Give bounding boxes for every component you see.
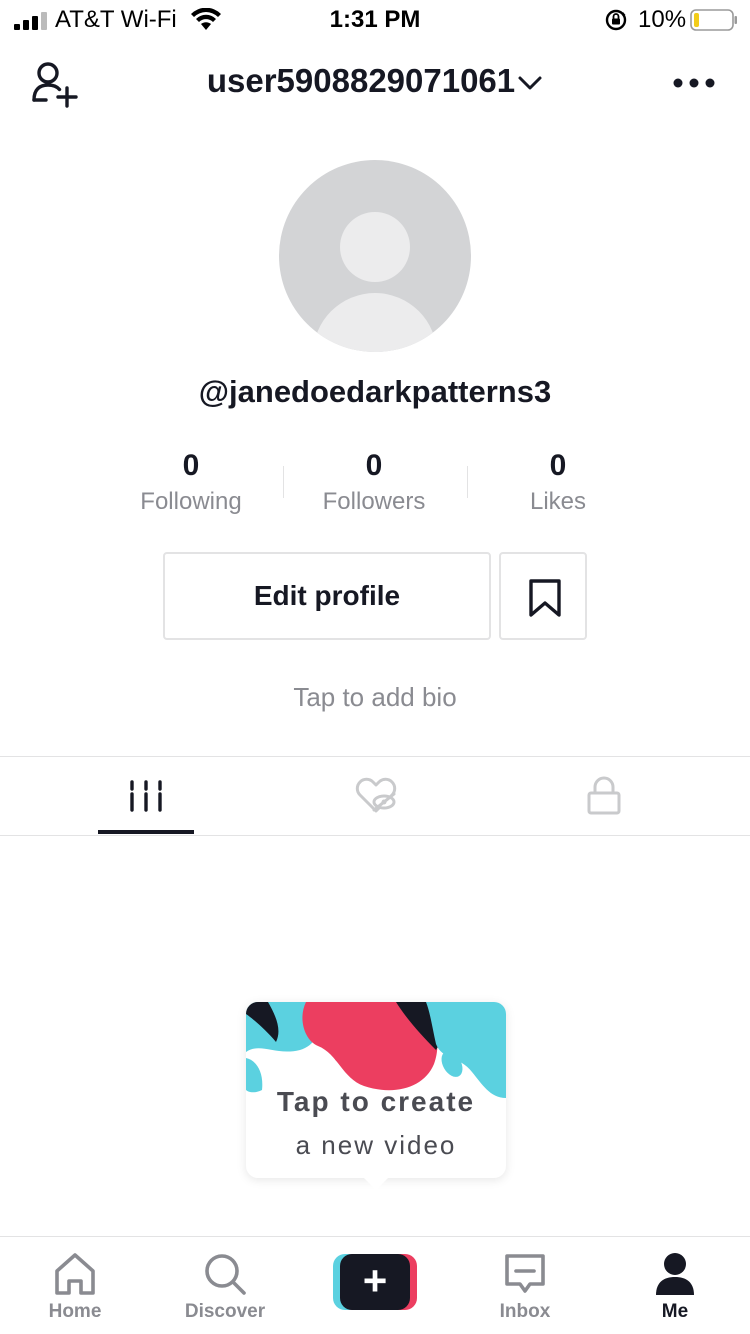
tooltip-pointer bbox=[364, 1178, 388, 1190]
likes-count: 0 bbox=[549, 449, 567, 482]
create-subtitle: a new video bbox=[295, 1130, 457, 1160]
battery-icon bbox=[690, 9, 737, 31]
profile-header: user5908829071061 bbox=[0, 40, 750, 130]
status-bar: AT&T Wi-Fi 1:31 PM 10% bbox=[0, 0, 750, 40]
stat-likes[interactable]: 0 Likes bbox=[463, 448, 653, 516]
grid-icon bbox=[130, 780, 162, 812]
tab-videos[interactable] bbox=[21, 757, 271, 835]
battery-percent: 10% bbox=[638, 6, 687, 33]
nav-me-label: Me bbox=[661, 1301, 689, 1322]
profile-handle: @janedoedarkpatterns3 bbox=[198, 374, 552, 409]
likes-label: Likes bbox=[529, 488, 587, 515]
divider bbox=[0, 835, 750, 836]
stat-followers[interactable]: 0 Followers bbox=[279, 448, 469, 516]
following-count: 0 bbox=[182, 449, 200, 482]
followers-label: Followers bbox=[322, 488, 426, 515]
more-icon[interactable] bbox=[668, 68, 720, 98]
nav-discover-label: Discover bbox=[184, 1301, 266, 1322]
nav-home[interactable]: Home bbox=[0, 1237, 150, 1334]
tab-indicator bbox=[98, 830, 194, 834]
search-icon bbox=[205, 1254, 246, 1295]
avatar[interactable] bbox=[279, 160, 471, 352]
create-title: Tap to create bbox=[276, 1086, 476, 1117]
create-video-prompt[interactable]: Tap to create a new video bbox=[246, 1002, 506, 1190]
following-label: Following bbox=[140, 488, 242, 515]
account-switcher[interactable]: user5908829071061 bbox=[0, 62, 750, 100]
header-username: user5908829071061 bbox=[206, 62, 516, 99]
nav-discover[interactable]: Discover bbox=[150, 1237, 300, 1334]
nav-inbox-label: Inbox bbox=[499, 1301, 551, 1322]
lock-icon bbox=[587, 776, 621, 815]
create-button[interactable]: + bbox=[333, 1254, 417, 1310]
inbox-icon bbox=[505, 1254, 545, 1293]
favorites-button[interactable] bbox=[499, 552, 587, 640]
followers-count: 0 bbox=[365, 449, 383, 482]
plus-icon: + bbox=[362, 1257, 388, 1304]
liked-hidden-icon bbox=[355, 777, 397, 813]
tab-liked[interactable] bbox=[251, 757, 501, 835]
nav-me[interactable]: Me bbox=[600, 1237, 750, 1334]
default-avatar-icon bbox=[313, 212, 437, 352]
chevron-down-icon bbox=[518, 76, 542, 90]
stat-following[interactable]: 0 Following bbox=[96, 448, 286, 516]
home-icon bbox=[55, 1253, 95, 1295]
profile-icon bbox=[656, 1253, 694, 1295]
tab-private[interactable] bbox=[479, 757, 729, 835]
bookmark-icon bbox=[529, 579, 561, 617]
bottom-nav: Home Discover + Inbox Me bbox=[0, 1236, 750, 1334]
nav-home-label: Home bbox=[48, 1301, 102, 1322]
orientation-lock-icon bbox=[605, 9, 627, 31]
edit-profile-button[interactable]: Edit profile bbox=[163, 552, 491, 640]
nav-inbox[interactable]: Inbox bbox=[450, 1237, 600, 1334]
add-bio-link[interactable]: Tap to add bio bbox=[0, 682, 750, 713]
